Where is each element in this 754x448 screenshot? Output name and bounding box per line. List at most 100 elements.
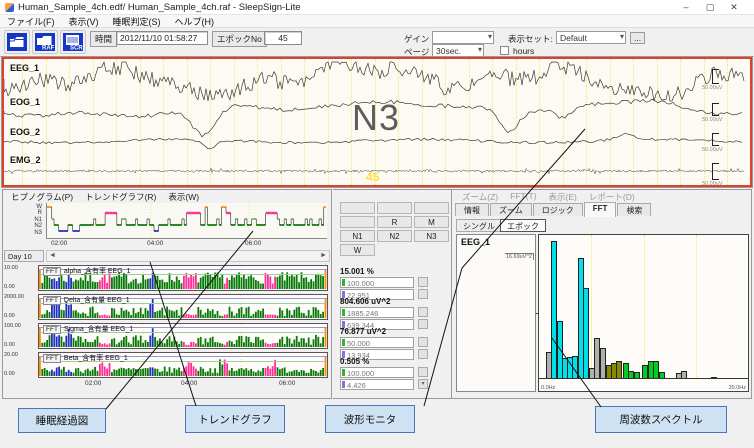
trend-ymax-label: 20.00 (4, 352, 36, 358)
fft-tag: FFT (43, 296, 61, 305)
fft-spectrum-chart[interactable]: 0.0Hz 20.0Hz (538, 234, 749, 392)
trend-title-text: Sigma_含有量 EEG_1 (64, 324, 133, 334)
spinner-button[interactable] (418, 289, 428, 299)
fft-menu-0[interactable]: ズーム(Z) (456, 191, 504, 203)
epoch-no-label: エポックNo (212, 31, 267, 47)
callout-label-1: トレンドグラフ (185, 405, 285, 433)
maximize-button[interactable]: ▢ (698, 0, 722, 14)
value-box-upper-1[interactable]: 1885.246 (340, 307, 414, 318)
spectrum-bar (653, 361, 659, 379)
epoch-no-value: 45 (264, 31, 302, 45)
menu-item-1[interactable]: 表示(V) (62, 15, 106, 28)
time-label: 時間 (90, 31, 117, 47)
menu-item-0[interactable]: ファイル(F) (0, 15, 62, 28)
open-edf-button[interactable] (4, 30, 30, 54)
trend-title: FFTalpha_含有率 EEG_1 (43, 266, 130, 276)
stage-grid-button-W[interactable]: W (340, 244, 375, 256)
scale-bracket (712, 133, 719, 146)
hours-label: hours (513, 46, 534, 56)
close-button[interactable]: ✕ (722, 0, 746, 14)
hypnogram-ylabel-N2: N2 (29, 223, 42, 229)
fft-xmin-label: 0.0Hz (541, 385, 555, 391)
fft-tab-ロジック[interactable]: ロジック (533, 203, 583, 216)
stage-grid-button-blank[interactable] (340, 216, 375, 228)
minimize-button[interactable]: – (674, 0, 698, 14)
scroll-right-icon[interactable]: ► (318, 251, 329, 261)
scroll-left-icon[interactable]: ◄ (47, 251, 58, 261)
spinner-button[interactable] (418, 337, 428, 347)
hypnogram-menu: ヒプノグラム(P)トレンドグラフ(R)表示(W) (5, 191, 205, 203)
stage-grid-button-blank[interactable] (414, 202, 449, 214)
trend-title: FFTBeta_含有率 EEG_1 (43, 353, 128, 363)
stage-grid-button-blank[interactable] (340, 202, 375, 214)
trend-plot[interactable]: FFTDelta_含有量 EEG_1 (38, 294, 328, 320)
spectrum-bar (616, 361, 622, 379)
stage-grid-button-N1[interactable]: N1 (340, 230, 375, 242)
stage-grid-button-N3[interactable]: N3 (414, 230, 449, 242)
screen-set-button[interactable]: SCR (60, 30, 86, 54)
fft-menu-2[interactable]: 表示(E) (543, 191, 583, 203)
trend-plot[interactable]: FFTalpha_含有率 EEG_1 (38, 265, 328, 291)
display-set-combo[interactable]: Default▾ (556, 31, 626, 44)
fft-mode-0[interactable]: シングル (456, 219, 502, 232)
hypnogram-scrollbar[interactable]: ◄ ► (46, 250, 330, 262)
trend-title: FFTDelta_含有量 EEG_1 (43, 295, 130, 305)
stage-grid-button-R[interactable]: R (377, 216, 412, 228)
spinner-button[interactable] (418, 349, 428, 359)
hypnogram-menu-1[interactable]: トレンドグラフ(R) (79, 191, 162, 203)
display-set-label: 表示セット: (508, 33, 553, 45)
trend-plot[interactable]: FFTBeta_含有率 EEG_1 (38, 352, 328, 378)
value-box-colorbar (342, 339, 345, 346)
value-label-3: 0.505 % (340, 357, 369, 366)
spinner-button[interactable] (418, 307, 428, 317)
fft-menu-1[interactable]: FFT(T) (504, 191, 542, 203)
hypnogram-menu-0[interactable]: ヒプノグラム(P) (5, 191, 79, 203)
trend-title-text: Delta_含有量 EEG_1 (64, 295, 130, 305)
fft-tab-検索[interactable]: 検索 (617, 203, 651, 216)
scale-value-label: 50.00uV (702, 147, 723, 153)
hypnogram-plot[interactable] (46, 203, 327, 239)
stage-grid-button-blank[interactable] (377, 202, 412, 214)
display-set-more-button[interactable]: ... (630, 32, 645, 44)
trend-ymax-label: 100.00 (4, 323, 36, 329)
trend-plot[interactable]: FFTSigma_含有量 EEG_1 (38, 323, 328, 349)
hours-checkbox[interactable] (500, 46, 509, 55)
spectrum-bar (600, 348, 606, 379)
hypnogram-menu-2[interactable]: 表示(W) (162, 191, 205, 203)
scale-bracket (712, 69, 719, 84)
stage-grid-button-N2[interactable]: N2 (377, 230, 412, 242)
screen-icon: SCR (63, 33, 83, 51)
stage-grid-button-M[interactable]: M (414, 216, 449, 228)
fft-mode-1[interactable]: エポック (500, 219, 546, 232)
waveform-monitor[interactable]: N3 45 EEG_1EOG_1EOG_2EMG_2 50.00uV50.00u… (2, 57, 752, 187)
menu-item-3[interactable]: ヘルプ(H) (168, 15, 222, 28)
sleepsign-window: Human_Sample_4ch.edf/ Human_Sample_4ch.r… (0, 0, 754, 448)
hypnogram-xlabel-0: 02:00 (51, 240, 67, 247)
fft-ymax-label: 16.69uV^2 (505, 253, 534, 260)
hypnogram-xlabel-2: 06:00 (245, 240, 261, 247)
value-box-colorbar (342, 279, 345, 286)
page-combo[interactable]: 30sec.▾ (432, 44, 484, 57)
value-box-upper-0[interactable]: 100.000 (340, 277, 414, 288)
spinner-button[interactable] (418, 367, 428, 377)
spinner-button[interactable] (418, 277, 428, 287)
trend-title-text: alpha_含有率 EEG_1 (64, 266, 131, 276)
hypnogram-trend-panel: ヒプノグラム(P)トレンドグラフ(R)表示(W) WRN1N2N3 02:000… (2, 189, 332, 399)
fft-tab-ズーム[interactable]: ズーム (490, 203, 532, 216)
gain-combo[interactable]: ▾ (432, 31, 494, 44)
menu-item-2[interactable]: 睡眠判定(S) (106, 15, 168, 28)
title-bar: Human_Sample_4ch.edf/ Human_Sample_4ch.r… (0, 0, 754, 15)
open-raf-button[interactable]: RAF (32, 30, 58, 54)
fft-tab-情報[interactable]: 情報 (455, 203, 489, 216)
chevron-down-icon: ▾ (478, 45, 482, 54)
scale-value-label: 50.00uV (702, 85, 723, 91)
value-box-upper-3[interactable]: 100.000 (340, 367, 414, 378)
trend-ymin-label: 0.00 (4, 371, 36, 377)
spinner-down-icon[interactable]: ▾ (418, 379, 428, 389)
fft-y-tick (536, 313, 539, 314)
spinner-button[interactable] (418, 319, 428, 329)
chevron-down-icon: ▾ (488, 32, 492, 41)
fft-tab-FFT[interactable]: FFT (584, 202, 617, 217)
value-box-upper-2[interactable]: 50.000 (340, 337, 414, 348)
value-box-lower-3[interactable]: 4.426 (340, 379, 414, 390)
